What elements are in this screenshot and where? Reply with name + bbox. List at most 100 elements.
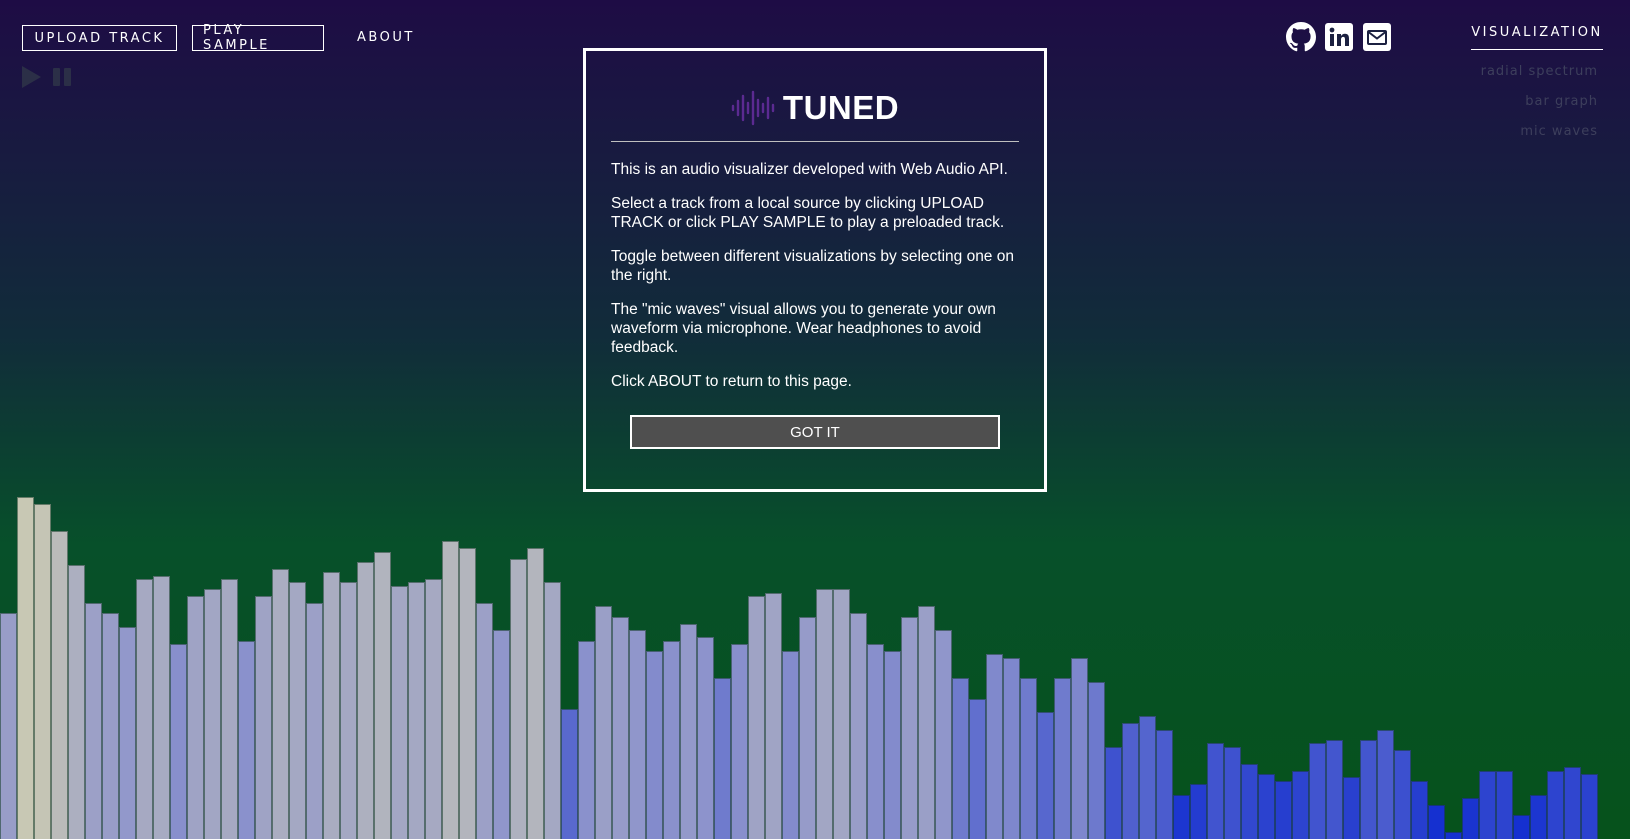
spectrum-bar <box>884 651 901 839</box>
spectrum-bar <box>170 644 187 839</box>
spectrum-bar <box>340 582 357 839</box>
spectrum-bar <box>51 531 68 839</box>
github-icon[interactable] <box>1286 22 1316 52</box>
spectrum-bar <box>510 559 527 839</box>
spectrum-bar <box>782 651 799 839</box>
spectrum-bar <box>1530 795 1547 839</box>
spectrum-bar <box>1224 747 1241 839</box>
linkedin-icon[interactable] <box>1324 22 1354 52</box>
logo: TUNED <box>611 89 1019 127</box>
spectrum-bar <box>680 624 697 839</box>
spectrum-bar <box>561 709 578 839</box>
spectrum-bar <box>1275 781 1292 839</box>
upload-track-button[interactable]: UPLOAD TRACK <box>22 25 177 51</box>
spectrum-bar <box>578 641 595 839</box>
spectrum-bar <box>918 606 935 839</box>
spectrum-bar <box>17 497 34 839</box>
spectrum-bar <box>544 582 561 839</box>
spectrum-bar <box>816 589 833 839</box>
spectrum-bar <box>1547 771 1564 839</box>
spectrum-bar <box>255 596 272 839</box>
spectrum-bar <box>1445 832 1462 839</box>
waveform-icon <box>731 90 775 126</box>
spectrum-bar <box>306 603 323 839</box>
spectrum-bar <box>1071 658 1088 839</box>
spectrum-bar <box>221 579 238 839</box>
spectrum-bar <box>0 613 17 839</box>
spectrum-bar <box>1003 658 1020 839</box>
spectrum-bar <box>969 699 986 839</box>
spectrum-bar <box>1207 743 1224 839</box>
spectrum-bar <box>748 596 765 839</box>
spectrum-bar <box>850 613 867 839</box>
about-instructions: Click ABOUT to return to this page. <box>611 373 852 390</box>
spectrum-bar <box>357 562 374 839</box>
spectrum-bar <box>595 606 612 839</box>
spectrum-bar <box>85 603 102 839</box>
spectrum-bar <box>1564 767 1581 839</box>
divider <box>611 141 1019 142</box>
upload-instructions: Select a track from a local source by cl… <box>611 195 1005 231</box>
spectrum-bar <box>272 569 289 839</box>
spectrum-bar <box>119 627 136 839</box>
spectrum-bar <box>527 548 544 839</box>
spectrum-bar <box>68 565 85 839</box>
spectrum-bar <box>1105 747 1122 839</box>
intro-text: This is an audio visualizer developed wi… <box>611 161 1008 178</box>
spectrum-bar <box>1139 716 1156 839</box>
spectrum-bar <box>187 596 204 839</box>
spectrum-bar <box>646 651 663 839</box>
visualization-heading: VISUALIZATION <box>1471 25 1603 50</box>
spectrum-bar <box>1411 781 1428 839</box>
spectrum-bar <box>374 552 391 839</box>
spectrum-bar <box>731 644 748 839</box>
spectrum-bar <box>1479 771 1496 839</box>
spectrum-bar <box>1122 723 1139 839</box>
spectrum-bars <box>0 479 1630 839</box>
spectrum-bar <box>238 641 255 839</box>
spectrum-bar <box>1377 730 1394 839</box>
spectrum-bar <box>1173 795 1190 839</box>
spectrum-bar <box>1190 784 1207 839</box>
spectrum-bar <box>1156 730 1173 839</box>
spectrum-bar <box>1088 682 1105 839</box>
spectrum-bar <box>1462 798 1479 839</box>
about-link[interactable]: ABOUT <box>357 30 415 45</box>
app-title: TUNED <box>782 89 900 126</box>
spectrum-bar <box>136 579 153 839</box>
email-icon[interactable] <box>1362 22 1392 52</box>
spectrum-bar <box>442 541 459 839</box>
got-it-button[interactable]: GOT IT <box>630 415 1000 449</box>
play-icon[interactable] <box>22 66 41 88</box>
spectrum-bar <box>425 579 442 839</box>
spectrum-bar <box>1258 774 1275 839</box>
spectrum-bar <box>323 572 340 839</box>
spectrum-bar <box>1037 712 1054 839</box>
spectrum-bar <box>697 637 714 839</box>
spectrum-bar <box>153 576 170 839</box>
mic-waves-instructions: The "mic waves" visual allows you to gen… <box>611 301 996 356</box>
spectrum-bar <box>765 593 782 839</box>
option-mic-waves[interactable]: mic waves <box>1520 124 1598 139</box>
spectrum-bar <box>1292 771 1309 839</box>
spectrum-bar <box>867 644 884 839</box>
spectrum-bar <box>986 654 1003 839</box>
spectrum-bar <box>612 617 629 839</box>
spectrum-bar <box>1326 740 1343 839</box>
spectrum-bar <box>952 678 969 839</box>
play-sample-button[interactable]: PLAY SAMPLE <box>192 23 324 53</box>
pause-icon[interactable] <box>53 68 71 86</box>
spectrum-bar <box>714 678 731 839</box>
spectrum-bar <box>833 589 850 839</box>
spectrum-bar <box>102 613 119 839</box>
option-bar-graph[interactable]: bar graph <box>1525 94 1598 109</box>
spectrum-bar <box>935 630 952 839</box>
spectrum-bar <box>1496 771 1513 839</box>
about-dialog: TUNED This is an audio visualizer develo… <box>583 48 1047 492</box>
spectrum-bar <box>1428 805 1445 839</box>
spectrum-bar <box>1020 678 1037 839</box>
option-radial-spectrum[interactable]: radial spectrum <box>1481 64 1598 79</box>
transport-controls <box>22 66 71 88</box>
spectrum-bar <box>408 582 425 839</box>
spectrum-bar <box>1513 815 1530 839</box>
